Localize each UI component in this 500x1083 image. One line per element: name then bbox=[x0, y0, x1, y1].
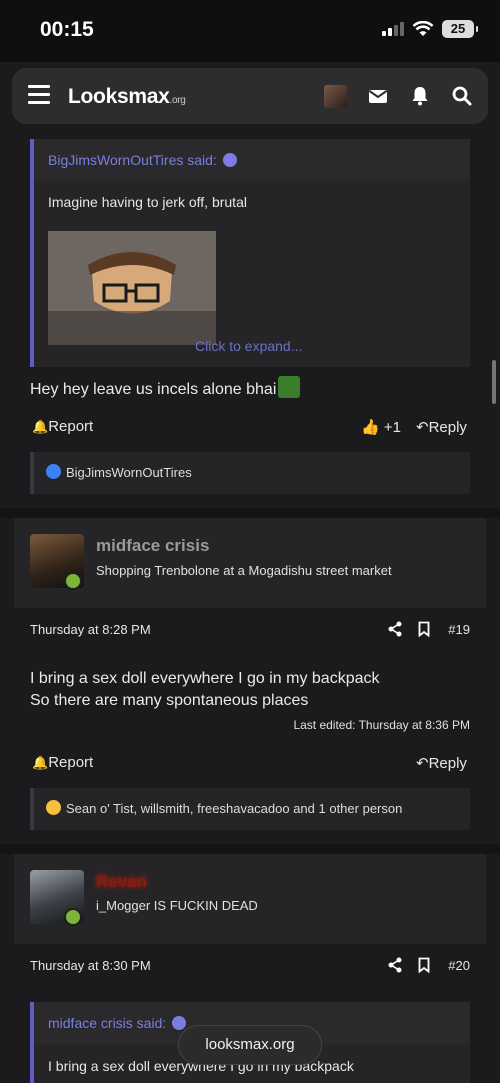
share-icon[interactable] bbox=[388, 621, 402, 637]
status-bar: 00:15 25 bbox=[0, 0, 500, 62]
post-meta: Thursday at 8:28 PM #19 bbox=[30, 621, 470, 642]
reactions-bar[interactable]: Sean o' Tist, willsmith, freeshavacadoo … bbox=[30, 788, 470, 830]
quoted-image[interactable] bbox=[48, 231, 216, 345]
report-button[interactable]: 🔔Report bbox=[32, 754, 93, 771]
bell-icon: 🔔 bbox=[32, 419, 49, 434]
bell-icon: 🔔 bbox=[32, 755, 49, 770]
post-body: Hey hey leave us incels alone bhai bbox=[30, 376, 301, 401]
url-pill[interactable]: looksmax.org bbox=[178, 1025, 322, 1065]
post-separator bbox=[0, 844, 500, 854]
online-indicator bbox=[64, 572, 82, 590]
user-info-block: midface crisis Shopping Trenbolone at a … bbox=[14, 518, 486, 608]
laughing-reaction-icon bbox=[46, 800, 61, 815]
post-number[interactable]: #20 bbox=[448, 958, 470, 973]
like-reaction-icon bbox=[46, 464, 61, 479]
reply-button[interactable]: ↶Reply bbox=[416, 754, 467, 772]
quote-block: BigJimsWornOutTires said: Imagine having… bbox=[30, 139, 470, 367]
online-indicator bbox=[64, 908, 82, 926]
site-logo[interactable]: Looksmax.org bbox=[68, 85, 186, 109]
scrollbar[interactable] bbox=[492, 360, 496, 404]
click-to-expand-link[interactable]: Click to expand... bbox=[195, 338, 302, 354]
jump-to-quote-icon[interactable] bbox=[222, 153, 237, 167]
quote-text: Imagine having to jerk off, brutal bbox=[48, 194, 247, 210]
jump-to-quote-icon[interactable] bbox=[172, 1016, 187, 1030]
user-title: Shopping Trenbolone at a Mogadishu stree… bbox=[96, 563, 392, 578]
post-body: I bring a sex doll everywhere I go in my… bbox=[30, 670, 380, 709]
cellular-signal-icon bbox=[382, 22, 404, 36]
reply-button[interactable]: ↶Reply bbox=[416, 418, 467, 436]
user-avatar[interactable] bbox=[324, 85, 347, 108]
post-actions: 🔔Report 👍 +1 ↶Reply bbox=[30, 418, 470, 438]
search-icon[interactable] bbox=[450, 84, 474, 108]
like-button[interactable]: 👍 +1 bbox=[361, 418, 401, 436]
bookmark-icon[interactable] bbox=[418, 621, 430, 637]
user-title: i_Mogger IS FUCKIN DEAD bbox=[96, 898, 258, 913]
top-navbar: Looksmax.org bbox=[12, 68, 488, 124]
reactions-bar[interactable]: BigJimsWornOutTires bbox=[30, 452, 470, 494]
bell-icon[interactable] bbox=[408, 84, 432, 108]
battery-icon: 25 bbox=[442, 20, 478, 38]
user-info-block: Revan i_Mogger IS FUCKIN DEAD bbox=[14, 854, 486, 944]
reply-icon: ↶ bbox=[416, 419, 429, 436]
quote-header[interactable]: BigJimsWornOutTires said: bbox=[34, 139, 470, 181]
share-icon[interactable] bbox=[388, 957, 402, 973]
post-date[interactable]: Thursday at 8:28 PM bbox=[30, 622, 151, 637]
username[interactable]: Revan bbox=[96, 872, 147, 892]
post-date[interactable]: Thursday at 8:30 PM bbox=[30, 958, 151, 973]
post-meta: Thursday at 8:30 PM #20 bbox=[30, 957, 470, 978]
post-actions: 🔔Report ↶Reply bbox=[30, 754, 470, 774]
bookmark-icon[interactable] bbox=[418, 957, 430, 973]
last-edited: Last edited: Thursday at 8:36 PM bbox=[293, 718, 470, 732]
reply-icon: ↶ bbox=[416, 755, 429, 772]
wifi-icon bbox=[412, 21, 434, 36]
angry-emoji-icon bbox=[278, 376, 301, 398]
menu-icon[interactable] bbox=[28, 85, 50, 105]
mail-icon[interactable] bbox=[366, 84, 390, 108]
post-number[interactable]: #19 bbox=[448, 622, 470, 637]
status-time: 00:15 bbox=[40, 18, 94, 41]
post-separator bbox=[0, 508, 500, 518]
report-button[interactable]: 🔔Report bbox=[32, 418, 93, 435]
username[interactable]: midface crisis bbox=[96, 536, 209, 556]
thumbs-up-icon: 👍 bbox=[361, 419, 380, 436]
